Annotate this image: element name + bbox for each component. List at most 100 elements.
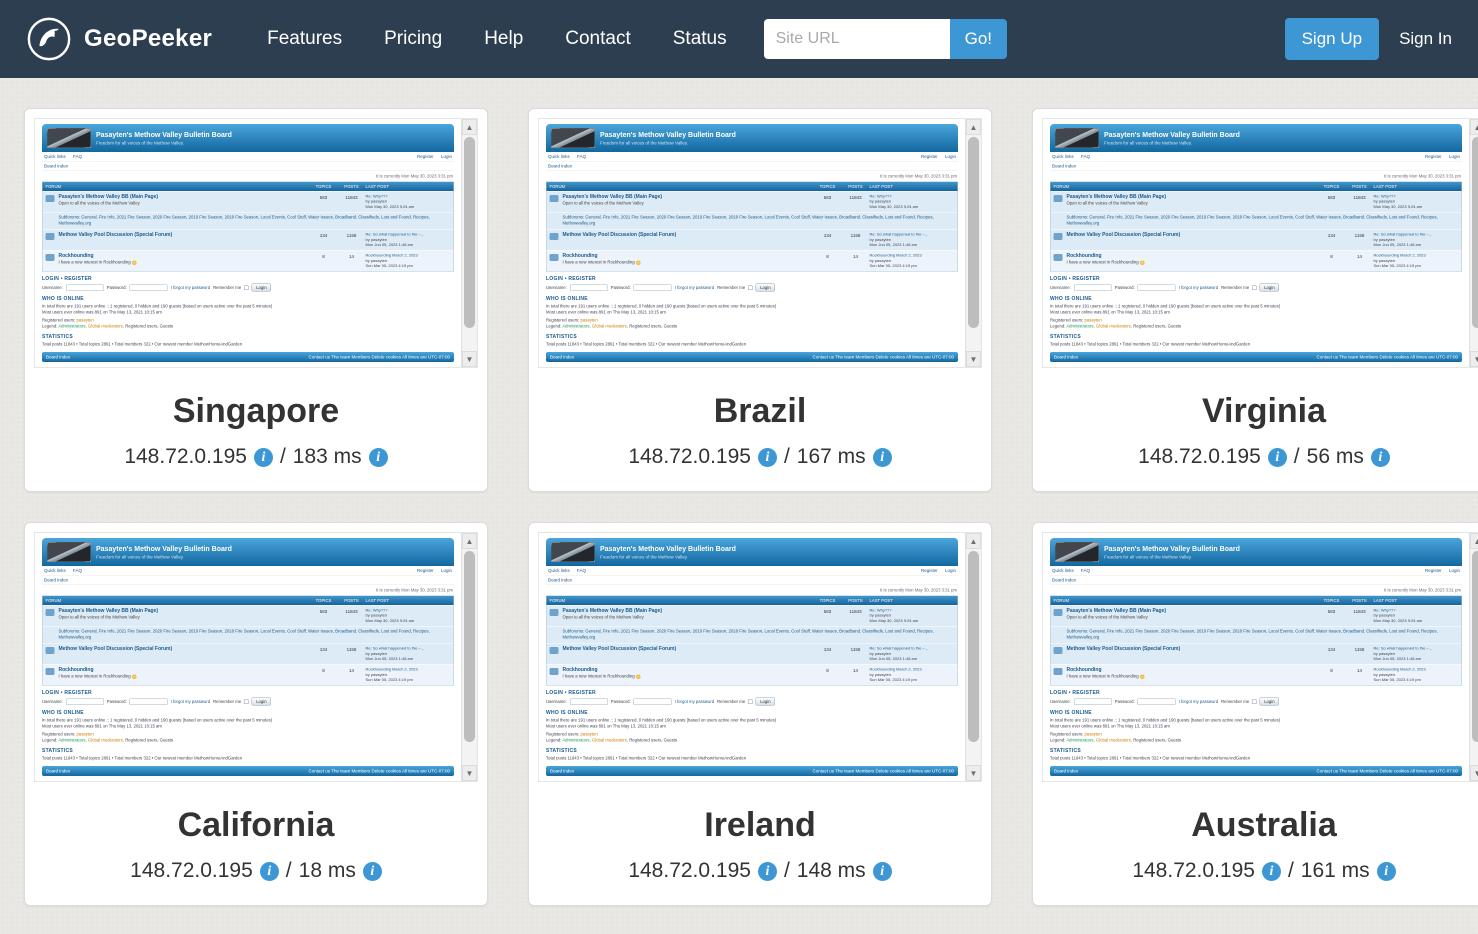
scrollbar-thumb[interactable]: [968, 137, 979, 328]
scroll-up-icon[interactable]: ▲: [1470, 533, 1478, 549]
brand[interactable]: GeoPeeker: [26, 16, 212, 62]
scrollbar-track[interactable]: [966, 135, 981, 351]
preview-scrollbar[interactable]: ▲ ▼: [461, 533, 477, 781]
ip-info-icon[interactable]: i: [253, 447, 273, 467]
login-register-heading: LOGIN • REGISTER: [1050, 276, 1100, 282]
site-preview[interactable]: Pasayten's Methow Valley Bulletin Board …: [538, 532, 982, 782]
site-thumbnail: Pasayten's Methow Valley Bulletin Board …: [1043, 119, 1469, 362]
scrollbar-thumb[interactable]: [464, 551, 475, 742]
site-url-input[interactable]: [763, 19, 950, 59]
login-form: Username: Password: I forgot my password…: [1050, 283, 1462, 292]
forum-table-header: FORUM TOPICS POSTS LAST POST: [546, 596, 958, 605]
nav-link-contact[interactable]: Contact: [544, 18, 651, 60]
scrollbar-thumb[interactable]: [968, 551, 979, 742]
scroll-up-icon[interactable]: ▲: [462, 533, 477, 549]
who-is-online-text: In total there are 191 users online :: 1…: [42, 718, 454, 730]
geopeeker-logo-icon: [26, 16, 72, 62]
ping-info-icon[interactable]: i: [872, 861, 892, 881]
ip-info-icon[interactable]: i: [757, 861, 777, 881]
who-is-online-text: In total there are 191 users online :: 1…: [1050, 304, 1462, 316]
forum-navbar-left: Quick links FAQ: [1052, 154, 1090, 159]
ip-info-icon[interactable]: i: [757, 447, 777, 467]
scroll-down-icon[interactable]: ▼: [966, 351, 981, 367]
forum-icon: [549, 195, 559, 202]
scrollbar-thumb[interactable]: [1472, 137, 1478, 328]
login-link: Login: [944, 568, 956, 573]
footer-links: Contact us The team Members Delete cooki…: [308, 768, 450, 774]
scrollbar-track[interactable]: [966, 549, 981, 765]
forum-icon: [45, 668, 55, 676]
ping-info-icon[interactable]: i: [362, 861, 382, 881]
scroll-up-icon[interactable]: ▲: [462, 119, 477, 135]
preview-scrollbar[interactable]: ▲ ▼: [1469, 119, 1478, 367]
ip-info-icon[interactable]: i: [1261, 861, 1281, 881]
sign-in-link[interactable]: Sign In: [1399, 29, 1452, 49]
sign-up-button[interactable]: Sign Up: [1284, 18, 1380, 60]
scroll-down-icon[interactable]: ▼: [1470, 765, 1478, 781]
col-forum: FORUM: [45, 598, 62, 603]
nav-link-status[interactable]: Status: [652, 18, 748, 60]
ping-info-icon[interactable]: i: [1376, 861, 1396, 881]
mini-login-button: Login: [251, 697, 272, 706]
col-forum: FORUM: [549, 598, 566, 603]
forum-row-title: Methow Valley Pool Discussion (Special F…: [562, 646, 677, 652]
ping-info-icon[interactable]: i: [872, 447, 892, 467]
scrollbar-track[interactable]: [462, 135, 477, 351]
scrollbar-track[interactable]: [462, 549, 477, 765]
smiley-icon: [132, 260, 137, 265]
topics-count: 134: [1327, 233, 1336, 239]
scroll-up-icon[interactable]: ▲: [966, 119, 981, 135]
last-post-cell: Re: So what happened to the ~... by pasa…: [870, 646, 955, 662]
legend-rest: Registered users, Guests: [629, 323, 678, 329]
preview-viewport[interactable]: Pasayten's Methow Valley Bulletin Board …: [539, 119, 965, 367]
nav-link-features[interactable]: Features: [246, 18, 363, 60]
preview-viewport[interactable]: Pasayten's Methow Valley Bulletin Board …: [35, 119, 461, 367]
site-preview[interactable]: Pasayten's Methow Valley Bulletin Board …: [34, 118, 478, 368]
scrollbar-thumb[interactable]: [464, 137, 475, 328]
preview-viewport[interactable]: Pasayten's Methow Valley Bulletin Board …: [35, 533, 461, 781]
site-preview[interactable]: Pasayten's Methow Valley Bulletin Board …: [538, 118, 982, 368]
ping-info-icon[interactable]: i: [1370, 447, 1390, 467]
who-is-online-heading: WHO IS ONLINE: [546, 296, 588, 302]
ip-info-icon[interactable]: i: [1267, 447, 1287, 467]
scroll-down-icon[interactable]: ▼: [1470, 351, 1478, 367]
preview-scrollbar[interactable]: ▲ ▼: [461, 119, 477, 367]
scrollbar-track[interactable]: [1470, 549, 1478, 765]
scroll-up-icon[interactable]: ▲: [966, 533, 981, 549]
preview-scrollbar[interactable]: ▲ ▼: [965, 119, 981, 367]
col-last-post: LAST POST: [365, 598, 389, 603]
username-input: [65, 284, 104, 291]
scrollbar-track[interactable]: [1470, 135, 1478, 351]
preview-viewport[interactable]: Pasayten's Methow Valley Bulletin Board …: [1043, 533, 1469, 781]
who-is-online-heading: WHO IS ONLINE: [546, 710, 588, 716]
ping-info-icon[interactable]: i: [368, 447, 388, 467]
scroll-up-icon[interactable]: ▲: [1470, 119, 1478, 135]
ip-ping-line: 148.72.0.195 i / 161 ms i: [1042, 859, 1478, 883]
site-preview[interactable]: Pasayten's Methow Valley Bulletin Board …: [1042, 118, 1478, 368]
scroll-down-icon[interactable]: ▼: [966, 765, 981, 781]
site-preview[interactable]: Pasayten's Methow Valley Bulletin Board …: [1042, 532, 1478, 782]
forum-row-title: Pasayten's Methow Valley BB (Main Page): [562, 608, 663, 614]
preview-viewport[interactable]: Pasayten's Methow Valley Bulletin Board …: [1043, 119, 1469, 367]
scroll-down-icon[interactable]: ▼: [462, 765, 477, 781]
preview-viewport[interactable]: Pasayten's Methow Valley Bulletin Board …: [539, 533, 965, 781]
forum-header: Pasayten's Methow Valley Bulletin Board …: [42, 124, 454, 152]
last-post-title: Re: Why???: [365, 608, 388, 613]
go-button[interactable]: Go!: [949, 19, 1008, 59]
preview-scrollbar[interactable]: ▲ ▼: [1469, 533, 1478, 781]
location-name: Virginia: [1201, 392, 1327, 430]
last-post-author: by pasayten: [1373, 651, 1396, 656]
scrollbar-thumb[interactable]: [1472, 551, 1478, 742]
breadcrumb-bar: Board index: [42, 162, 454, 171]
ip-info-icon[interactable]: i: [259, 861, 279, 881]
nav-link-pricing[interactable]: Pricing: [363, 18, 463, 60]
forum-row-main: Pasayten's Methow Valley BB (Main Page) …: [1050, 605, 1462, 627]
site-preview[interactable]: Pasayten's Methow Valley Bulletin Board …: [34, 532, 478, 782]
forum-row-desc-text: I have a new interest in Rockhounding: [562, 259, 635, 265]
forum-table: FORUM TOPICS POSTS LAST POST Pasayten's …: [42, 595, 454, 686]
preview-scrollbar[interactable]: ▲ ▼: [965, 533, 981, 781]
scroll-down-icon[interactable]: ▼: [462, 351, 477, 367]
current-time-text: It is currently Mon May 30, 2023 3:31 pm: [1383, 173, 1461, 179]
registered-user-name: pasayten: [1084, 317, 1102, 323]
nav-link-help[interactable]: Help: [463, 18, 544, 60]
